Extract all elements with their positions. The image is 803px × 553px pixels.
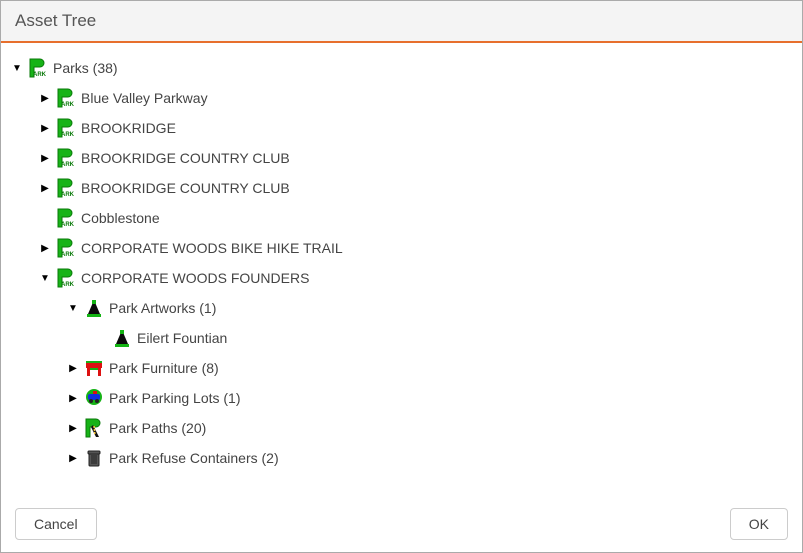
node-label: Blue Valley Parkway [81,90,208,106]
tree-node: ▶ Blue Valley Parkway [39,83,796,113]
tree-row[interactable]: ▶ BROOKRIDGE COUNTRY CLUB [39,173,796,203]
node-label: Eilert Fountian [137,330,227,346]
artwork-icon [111,327,133,349]
tree-scroll-container[interactable]: ▼ Parks (38) ▶ Blue Valley Parkway [1,43,802,500]
tree-node: ▶ BROOKRIDGE COUNTRY CLUB [39,143,796,173]
node-label: Park Paths (20) [109,420,206,436]
tree-row[interactable]: ▼ Parks (38) [11,53,796,83]
tree-row[interactable]: ▶ Eilert Fountian [95,323,796,353]
tree-row[interactable]: ▶ Blue Valley Parkway [39,83,796,113]
park-icon [55,117,77,139]
expand-icon[interactable]: ▶ [39,93,51,104]
tree-row[interactable]: ▶ Park Furniture (8) [67,353,796,383]
tree-node: ▶ Cobblestone [39,203,796,233]
tree-row[interactable]: ▶ BROOKRIDGE [39,113,796,143]
furniture-icon [83,357,105,379]
refuse-icon [83,447,105,469]
node-label: BROOKRIDGE COUNTRY CLUB [81,150,290,166]
asset-tree: ▼ Parks (38) ▶ Blue Valley Parkway [11,53,796,473]
park-icon [55,267,77,289]
tree-node: ▶ Eilert Fountian [95,323,796,353]
parking-icon [83,387,105,409]
cancel-button[interactable]: Cancel [15,508,97,540]
dialog-title: Asset Tree [1,1,802,43]
artwork-icon [83,297,105,319]
node-label: Parks (38) [53,60,118,76]
tree-row[interactable]: ▼ Park Artworks (1) [67,293,796,323]
expand-icon[interactable]: ▶ [67,453,79,464]
park-icon [55,87,77,109]
collapse-icon[interactable]: ▼ [67,303,79,314]
expand-icon[interactable]: ▶ [67,393,79,404]
tree-node-root: ▼ Parks (38) ▶ Blue Valley Parkway [11,53,796,473]
park-icon [55,177,77,199]
node-label: Park Refuse Containers (2) [109,450,279,466]
expand-icon[interactable]: ▶ [39,183,51,194]
tree-node: ▼ CORPORATE WOODS FOUNDERS ▼ Park Artwor… [39,263,796,473]
asset-tree-dialog: Asset Tree ▼ Parks (38) ▶ Blue Valley Pa… [0,0,803,553]
tree-node: ▶ Park Refuse Containers (2) [67,443,796,473]
tree-row[interactable]: ▶ BROOKRIDGE COUNTRY CLUB [39,143,796,173]
tree-row[interactable]: ▶ Park Parking Lots (1) [67,383,796,413]
node-label: BROOKRIDGE [81,120,176,136]
collapse-icon[interactable]: ▼ [39,273,51,284]
tree-node: ▶ BROOKRIDGE COUNTRY CLUB [39,173,796,203]
tree-node: ▶ Park Paths (20) [67,413,796,443]
park-icon [55,147,77,169]
dialog-button-row: Cancel OK [1,500,802,552]
tree-row[interactable]: ▶ CORPORATE WOODS BIKE HIKE TRAIL [39,233,796,263]
tree-row[interactable]: ▶ Park Paths (20) [67,413,796,443]
park-icon [55,237,77,259]
expand-icon[interactable]: ▶ [67,423,79,434]
node-label: Park Artworks (1) [109,300,216,316]
tree-node: ▶ CORPORATE WOODS BIKE HIKE TRAIL [39,233,796,263]
tree-node: ▶ Park Parking Lots (1) [67,383,796,413]
node-label: Park Furniture (8) [109,360,219,376]
expand-icon[interactable]: ▶ [39,123,51,134]
node-label: CORPORATE WOODS FOUNDERS [81,270,309,286]
node-label: CORPORATE WOODS BIKE HIKE TRAIL [81,240,343,256]
expand-icon[interactable]: ▶ [39,243,51,254]
node-label: BROOKRIDGE COUNTRY CLUB [81,180,290,196]
node-label: Park Parking Lots (1) [109,390,241,406]
expand-icon[interactable]: ▶ [39,153,51,164]
tree-row[interactable]: ▶ Park Refuse Containers (2) [67,443,796,473]
node-label: Cobblestone [81,210,160,226]
park-icon [55,207,77,229]
tree-node: ▶ BROOKRIDGE [39,113,796,143]
ok-button[interactable]: OK [730,508,788,540]
tree-row[interactable]: ▶ Cobblestone [39,203,796,233]
park-icon [27,57,49,79]
expand-icon[interactable]: ▶ [67,363,79,374]
path-icon [83,417,105,439]
tree-node: ▼ Park Artworks (1) ▶ [67,293,796,353]
collapse-icon[interactable]: ▼ [11,63,23,74]
tree-node: ▶ Park Furniture (8) [67,353,796,383]
tree-row[interactable]: ▼ CORPORATE WOODS FOUNDERS [39,263,796,293]
